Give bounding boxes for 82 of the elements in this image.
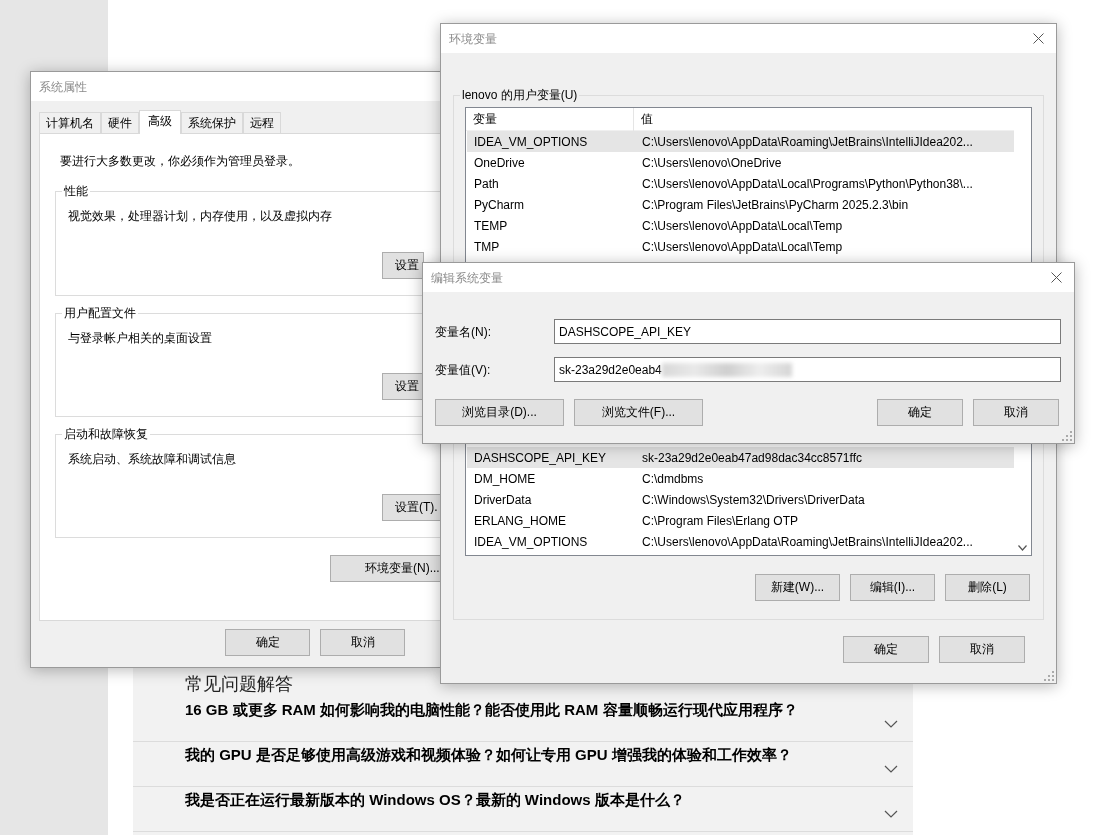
resize-grip-icon (1061, 430, 1072, 441)
environment-variables-button[interactable]: 环境变量(N)... (330, 555, 440, 582)
variable-value: C:\Users\lenovo\AppData\Roaming\JetBrains\IntelliJIdea202... (641, 133, 973, 150)
faq-question: 我是否正在运行最新版本的 Windows OS？最新的 Windows 版本是什么？ (185, 790, 686, 810)
group-description: 与登录帐户相关的桌面设置 (68, 330, 213, 346)
faq-title: 常见问题解答 (184, 673, 294, 696)
tab[interactable]: 计算机名 (39, 112, 101, 133)
group-title: 性能 (62, 183, 90, 199)
variable-value: C:\Users\lenovo\AppData\Roaming\JetBrains\IntelliJIdea202... (641, 533, 973, 550)
list-row[interactable]: ERLANG_HOME C:\Program Files\Erlang OTP (467, 510, 1014, 531)
ok-button[interactable]: 确定 (877, 399, 963, 426)
cancel-button[interactable]: 取消 (939, 636, 1025, 663)
cancel-button[interactable]: 取消 (320, 629, 405, 656)
ok-button[interactable]: 确定 (843, 636, 929, 663)
group-title: lenovo 的用户变量(U) (460, 87, 580, 103)
ok-button[interactable]: 确定 (225, 629, 310, 656)
settings-button[interactable]: 设置(T). (382, 494, 440, 521)
variable-name: OneDrive (473, 154, 526, 171)
close-icon[interactable] (1051, 272, 1062, 283)
list-row[interactable]: OneDrive C:\Users\lenovo\OneDrive (467, 152, 1014, 173)
faq-question: 我的 GPU 是否足够使用高级游戏和视频体验？如何让专用 GPU 增强我的体验和工作效率？ (185, 745, 793, 765)
variable-name: Path (473, 175, 500, 192)
variable-name: DASHSCOPE_API_KEY (473, 449, 608, 466)
variable-name: PyCharm (473, 196, 525, 213)
column-header: 变量 (466, 107, 634, 131)
group-title: 启动和故障恢复 (62, 426, 150, 442)
list-row[interactable]: IDEA_VM_OPTIONS C:\Users\lenovo\AppData\Roaming\JetBrains\IntelliJIdea202... (467, 531, 1014, 552)
list-row[interactable]: TMP C:\Users\lenovo\AppData\Local\Temp (467, 236, 1014, 257)
variable-name: TMP (473, 238, 501, 255)
faq-item[interactable]: 我是否正在运行最新版本的 Windows OS？最新的 Windows 版本是什么？ (133, 787, 913, 832)
list-row[interactable]: TEMP C:\Users\lenovo\AppData\Local\Temp (467, 215, 1014, 236)
delete-button[interactable]: 删除(L) (945, 574, 1030, 601)
list-row[interactable]: DriverData C:\Windows\System32\Drivers\DriverData (467, 489, 1014, 510)
list-row[interactable]: PyCharm C:\Program Files\JetBrains\PyCharm 2025.2.3\bin (467, 194, 1014, 215)
variable-value: C:\Users\lenovo\AppData\Local\Temp (641, 217, 843, 234)
variable-value: C:\Users\lenovo\AppData\Local\Programs\Python\Python38\... (641, 175, 973, 192)
edit-button[interactable]: 编辑(I)... (850, 574, 935, 601)
browse-file-button[interactable]: 浏览文件(F)... (574, 399, 703, 426)
group-title: 用户配置文件 (62, 305, 138, 321)
browse-folder-button[interactable]: 浏览目录(D)... (435, 399, 564, 426)
group-description: 视觉效果，处理器计划，内存使用，以及虚拟内存 (68, 208, 333, 224)
list-row[interactable]: Path C:\Users\lenovo\AppData\Local\Programs\Python\Python38\... (467, 173, 1014, 194)
settings-button[interactable]: 设置 (382, 373, 424, 400)
field-label: 变量名(N): (434, 323, 492, 340)
variable-value: C:\Program Files\Erlang OTP (641, 512, 799, 529)
resize-grip-icon (1043, 670, 1054, 681)
variable-name: IDEA_VM_OPTIONS (473, 533, 589, 550)
variable-value: C:\Program Files\JetBrains\PyCharm 2025.2.3\bin (641, 196, 909, 213)
list-row[interactable]: DM_HOME C:\dmdbms (467, 468, 1014, 489)
variable-name: DM_HOME (473, 470, 537, 487)
faq-item[interactable]: 16 GB 或更多 RAM 如何影响我的电脑性能？能否使用此 RAM 容量顺畅运行现代应用程序？ (133, 697, 913, 742)
settings-button[interactable]: 设置 (382, 252, 424, 279)
window-title: 编辑系统变量 (431, 269, 504, 286)
variable-name: IDEA_VM_OPTIONS (473, 133, 589, 150)
faq-question: 16 GB 或更多 RAM 如何影响我的电脑性能？能否使用此 RAM 容量顺畅运行现代应用程序？ (185, 700, 799, 720)
tab[interactable]: 高级 (139, 110, 181, 134)
notice-text: 要进行大多数更改，你必须作为管理员登录。 (60, 153, 301, 169)
variable-value: C:\dmdbms (641, 470, 704, 487)
input-field[interactable]: DASHSCOPE_API_KEY (554, 319, 1061, 344)
variable-value: C:\Users\lenovo\AppData\Local\Temp (641, 238, 843, 255)
field-label: 变量值(V): (434, 361, 492, 378)
list-row[interactable]: IDEA_VM_OPTIONS C:\Users\lenovo\AppData\Roaming\JetBrains\IntelliJIdea202... (467, 131, 1014, 152)
variable-value: C:\Windows\System32\Drivers\DriverData (641, 491, 865, 508)
window-title: 环境变量 (449, 30, 498, 47)
scroll-down-icon[interactable] (1018, 545, 1027, 551)
tab[interactable]: 系统保护 (181, 112, 243, 133)
close-icon[interactable] (1033, 33, 1044, 44)
window-title: 系统属性 (39, 78, 88, 95)
faq-item[interactable]: 我的 GPU 是否足够使用高级游戏和视频体验？如何让专用 GPU 增强我的体验和工作效率？ (133, 742, 913, 787)
variable-name: DriverData (473, 491, 533, 508)
new-button[interactable]: 新建(W)... (755, 574, 840, 601)
group-description: 系统启动、系统故障和调试信息 (68, 451, 237, 467)
variable-name: TEMP (473, 217, 509, 234)
tab[interactable]: 硬件 (101, 112, 139, 133)
input-field[interactable]: sk-23a29d2e0eab4 (554, 357, 1061, 382)
variable-name: ERLANG_HOME (473, 512, 568, 529)
variable-value: sk-23a29d2e0eab47ad98dac34cc8571ffc (641, 449, 862, 466)
tab[interactable]: 远程 (243, 112, 281, 133)
cancel-button[interactable]: 取消 (973, 399, 1059, 426)
list-row[interactable]: DASHSCOPE_API_KEY sk-23a29d2e0eab47ad98dac34cc8571ffc (467, 447, 1014, 468)
column-header: 值 (640, 110, 653, 128)
variable-value: C:\Users\lenovo\OneDrive (641, 154, 782, 171)
